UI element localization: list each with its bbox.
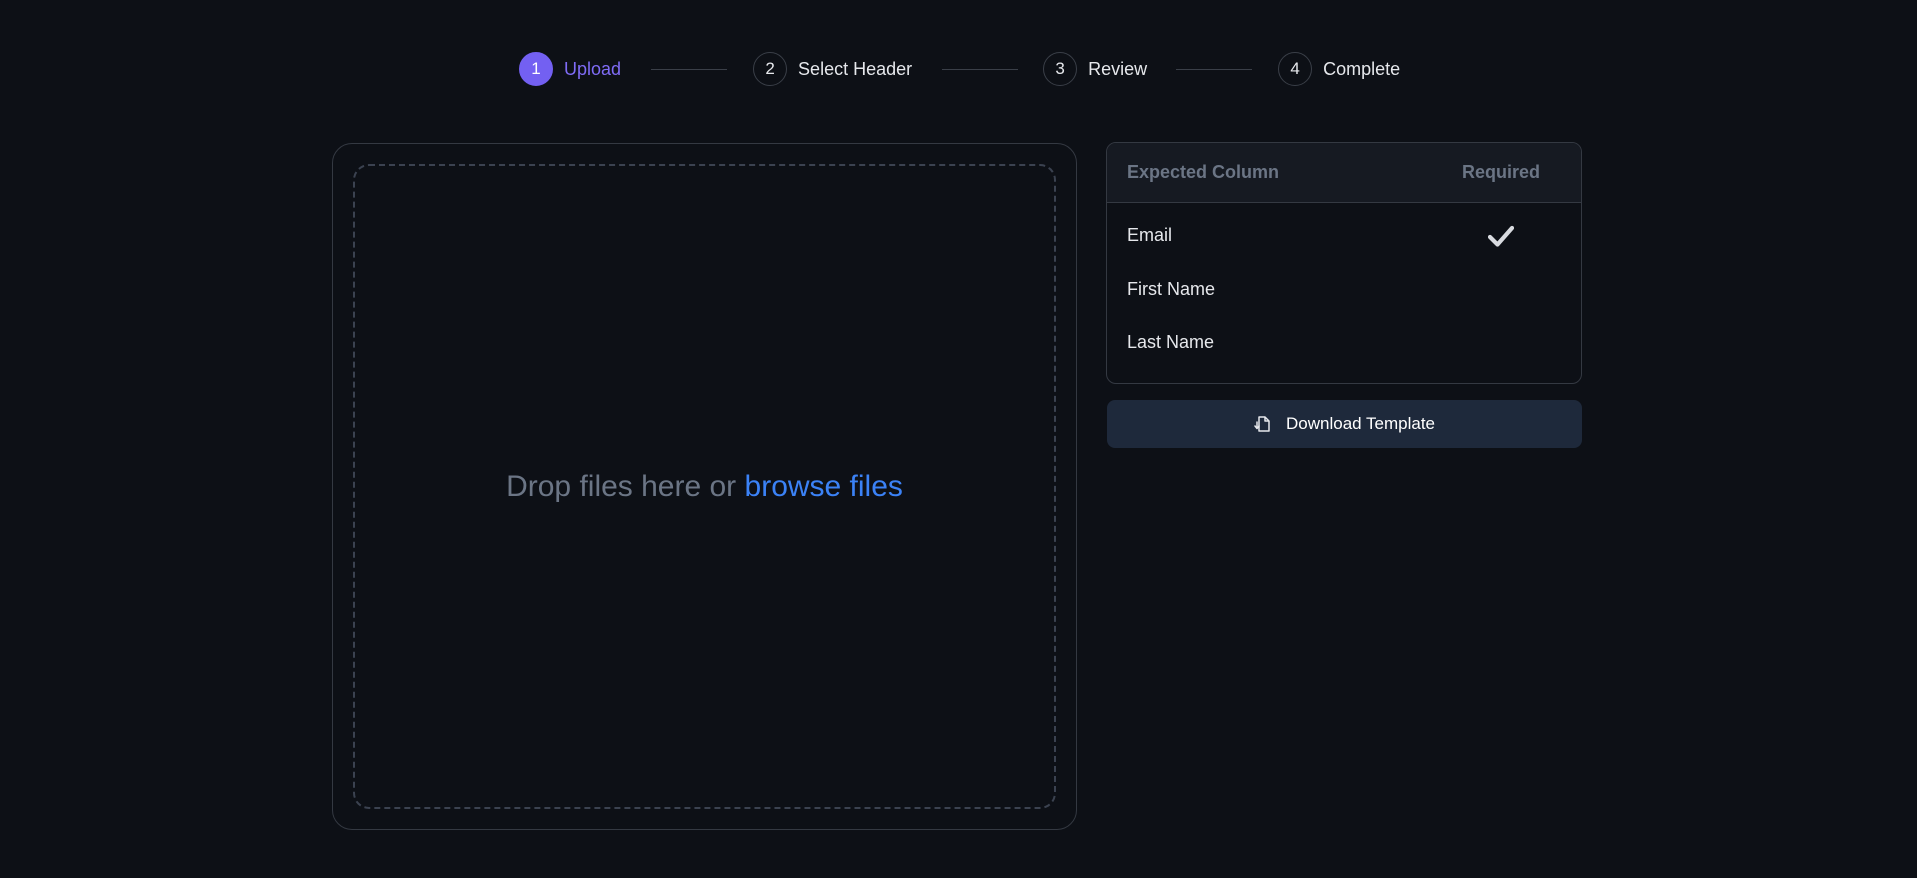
column-header-name: Expected Column	[1127, 162, 1280, 182]
step-upload[interactable]: 1 Upload	[519, 52, 621, 86]
table-row: Last Name	[1107, 316, 1581, 370]
step-connector	[1176, 68, 1253, 70]
column-name: Email	[1127, 225, 1173, 246]
table-row: Email	[1107, 209, 1581, 263]
step-number: 4	[1278, 52, 1313, 86]
step-review[interactable]: 3 Review	[1043, 52, 1147, 86]
column-name: First Name	[1127, 278, 1216, 299]
browse-files-link[interactable]: browse files	[745, 470, 903, 503]
step-number: 3	[1043, 52, 1078, 86]
importer-page: 1 Upload 2 Select Header 3 Review 4 Comp…	[0, 0, 1917, 878]
stepper: 1 Upload 2 Select Header 3 Review 4 Comp…	[519, 51, 1400, 87]
dropzone-text: Drop files here or	[506, 469, 745, 503]
download-file-icon	[1254, 414, 1272, 434]
checkmark-icon	[1488, 225, 1514, 247]
table-body: Email First Name Last Name	[1107, 203, 1581, 370]
step-number: 1	[519, 52, 553, 86]
download-template-button[interactable]: Download Template	[1107, 400, 1582, 448]
file-dropzone[interactable]: Drop files here or browse files	[332, 143, 1077, 830]
step-connector	[651, 68, 728, 70]
step-label: Select Header	[798, 58, 913, 79]
table-header: Expected Column Required	[1107, 143, 1581, 203]
step-label: Review	[1088, 58, 1148, 79]
step-connector	[942, 68, 1019, 70]
dropzone-message: Drop files here or browse files	[506, 470, 903, 504]
step-label: Complete	[1323, 58, 1401, 79]
column-name: Last Name	[1127, 332, 1215, 353]
step-label: Upload	[564, 58, 622, 79]
download-template-label: Download Template	[1286, 414, 1435, 433]
step-number: 2	[753, 52, 788, 86]
expected-columns-table: Expected Column Required Email First Nam…	[1106, 142, 1582, 384]
step-complete[interactable]: 4 Complete	[1278, 52, 1400, 86]
table-row: First Name	[1107, 263, 1581, 317]
required-cell	[1421, 225, 1581, 247]
dropzone-dashed-area[interactable]: Drop files here or browse files	[353, 164, 1056, 809]
step-select-header[interactable]: 2 Select Header	[753, 52, 912, 86]
column-header-required: Required	[1461, 162, 1540, 182]
